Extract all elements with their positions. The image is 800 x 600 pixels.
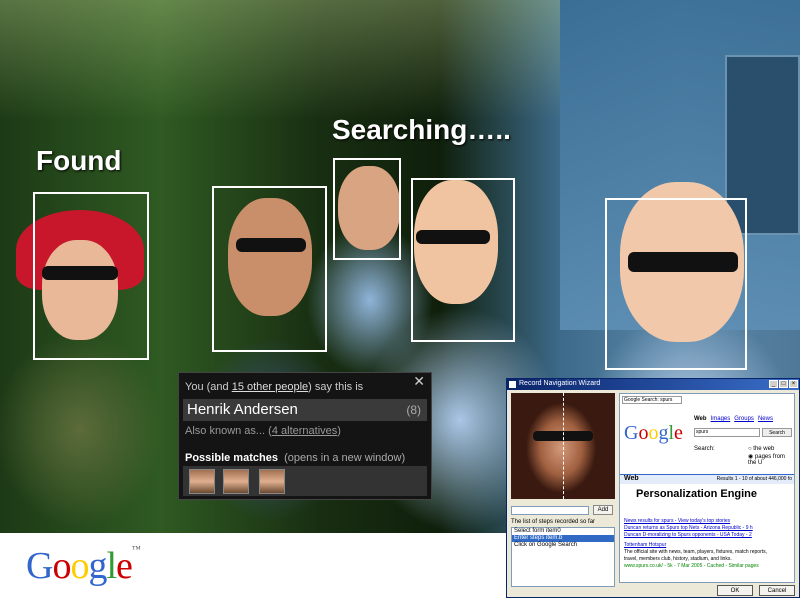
palm-foliage [0,0,560,120]
says-prefix: You (and [185,381,232,393]
step-item[interactable]: Click on Google Search [512,542,614,549]
person-name: Henrik Andersen [187,401,298,418]
logo-letter: o [70,545,89,587]
result-desc-2: travel, members club, history, stadium, … [624,556,732,562]
face-preview [511,393,615,499]
tab-groups[interactable]: Groups [734,416,754,422]
logo-letter: G [26,545,53,587]
match-thumbnail-2[interactable] [223,469,249,494]
face-detection-box-2 [212,186,327,352]
logo-letter: o [648,422,659,444]
match-thumbnail-3[interactable] [259,469,285,494]
option-web[interactable]: ○ the web [748,446,774,452]
record-navigation-wizard: Record Navigation Wizard _ □ × Add The l… [506,378,800,598]
face-detection-box-3 [333,158,401,260]
steps-label: The list of steps recorded so far [511,519,596,525]
tab-web[interactable]: Web [694,416,707,422]
logo-letter: g [658,422,669,444]
wizard-titlebar[interactable]: Record Navigation Wizard _ □ × [507,379,799,390]
search-input[interactable]: spurs [694,428,760,437]
logo-letter: e [116,545,133,587]
preview-guide-line [563,393,564,499]
google-logo: Google™ [26,544,141,588]
trademark: ™ [131,544,141,554]
option-pages[interactable]: ◉ pages from the U [748,453,794,466]
name-bar[interactable]: Henrik Andersen (8) [183,399,427,421]
result-title[interactable]: Tottenham Hotspur [624,542,794,549]
maximize-icon[interactable]: □ [779,380,788,388]
step-select[interactable] [511,506,589,515]
web-heading: Web [624,475,639,482]
tab-images[interactable]: Images [711,416,731,422]
step-item[interactable]: Enter steps item.b [512,535,614,542]
personalization-engine-label: Personalization Engine [636,488,758,500]
match-thumbnails [183,466,427,496]
ok-button[interactable]: OK [717,585,753,596]
aka-prefix: Also known as... ( [185,425,272,437]
results-bar: Web Results 1 - 10 of about 446,000 fo [620,474,794,484]
face-detection-box-1 [33,192,149,360]
face-detection-box-4 [411,178,515,342]
search-tabs: Web Images Groups News [694,416,792,422]
app-icon [509,381,516,388]
results-count: Results 1 - 10 of about 446,000 fo [716,476,792,482]
mini-google-logo: Google [624,422,683,445]
possible-matches-label: Possible matches [185,452,278,464]
news-results-link[interactable]: News results for spurs - View today's to… [624,518,794,525]
tab-news[interactable]: News [758,416,773,422]
logo-letter: o [52,545,71,587]
says-line: You (and 15 other people) say this is [185,381,363,393]
match-thumbnail-1[interactable] [189,469,215,494]
logo-letter: o [638,422,649,444]
search-label: Search: [694,446,715,452]
logo-letter: e [674,422,683,444]
cancel-button[interactable]: Cancel [759,585,795,596]
browser-preview: Google Search: spurs Google Web Images Gro… [619,393,795,583]
search-results: News results for spurs - View today's to… [624,518,794,570]
search-button[interactable]: Search [762,428,792,437]
searching-caption: Searching….. [332,114,511,145]
step-item[interactable]: Select form item0 [512,528,614,535]
news-item-1[interactable]: Duncan returns as Spurs top Nets - Arizo… [624,525,794,532]
possible-matches-heading: Possible matches (opens in a new window) [185,452,405,464]
logo-letter: G [624,422,639,444]
wizard-title: Record Navigation Wizard [519,380,601,387]
google-logo-text: Google [26,545,133,587]
steps-list[interactable]: Select form item0 Enter steps item.b Cli… [511,527,615,587]
mini-google-logo-text: Google [624,422,683,444]
opens-note: (opens in a new window) [284,452,406,464]
minimize-icon[interactable]: _ [769,380,778,388]
result-desc-1: The official site with news, team, playe… [624,549,768,555]
also-known-as: Also known as... (4 alternatives) [185,425,341,437]
found-caption: Found [36,145,122,176]
face-detection-box-5 [605,198,747,370]
says-suffix: ) say this is [308,381,364,393]
result-url[interactable]: www.spurs.co.uk/ - 5k - 7 Mar 2005 - Cac… [624,563,794,570]
logo-letter: l [106,545,117,587]
vote-count: (8) [406,403,421,417]
add-button[interactable]: Add [593,505,613,515]
news-item-2[interactable]: Duncan D-moralizing to Spurs opponents -… [624,532,794,539]
identity-popup: ✕ You (and 15 other people) say this is … [178,372,432,500]
browser-title: Google Search: spurs [622,396,682,404]
other-people-link[interactable]: 15 other people [232,381,308,393]
option-web-label: the web [753,446,775,452]
logo-letter: g [88,545,107,587]
close-icon[interactable]: × [789,380,798,388]
option-pages-label: pages from the U [748,454,785,466]
alternatives-link[interactable]: 4 alternatives [272,425,337,437]
aka-suffix: ) [337,425,341,437]
wizard-left-pane: Add The list of steps recorded so far Se… [511,393,615,595]
close-icon[interactable]: ✕ [413,373,425,390]
